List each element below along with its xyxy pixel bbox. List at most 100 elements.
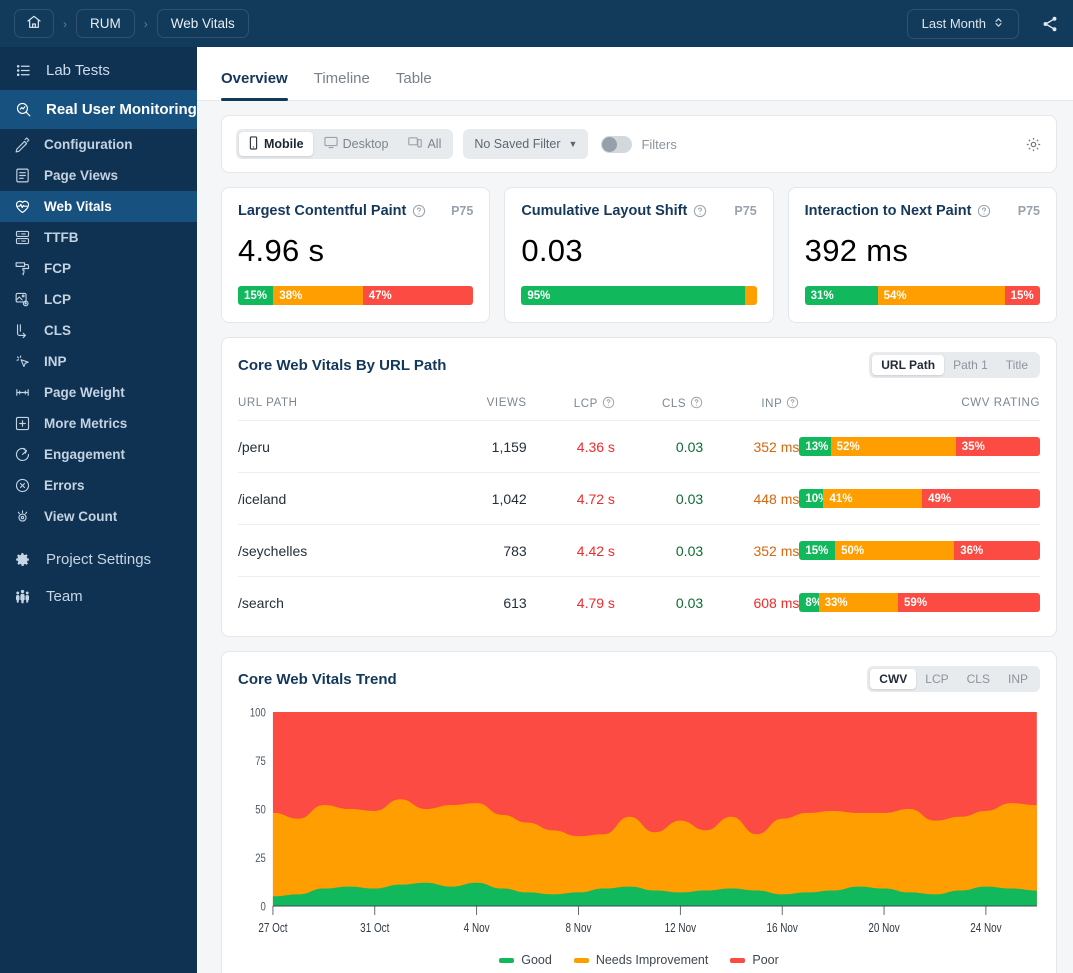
grouping-url-path[interactable]: URL Path [872,355,945,375]
help-icon[interactable] [602,396,615,409]
chart-legend: Good Needs Improvement Poor [238,953,1040,973]
bar-segment: 47% [362,286,474,305]
pencil-icon [14,136,31,153]
table-row[interactable]: /search6134.79 s0.03608 ms8%33%59% [238,576,1040,628]
sidebar-item-cls[interactable]: CLS [0,315,197,346]
card-header: Core Web Vitals Trend CWV LCP CLS INP [238,666,1040,692]
tab-timeline[interactable]: Timeline [314,70,370,100]
col-lcp[interactable]: LCP [527,390,615,421]
card-title: Core Web Vitals Trend [238,670,397,688]
breadcrumb-rum[interactable]: RUM [76,9,135,38]
device-desktop-button[interactable]: Desktop [315,132,398,156]
date-range-selector[interactable]: Last Month [906,8,1019,39]
cell-inp: 448 ms [703,472,800,525]
sidebar-item-view-count[interactable]: View Count [0,501,197,532]
cell-inp: 352 ms [703,524,800,577]
sidebar-item-web-vitals[interactable]: Web Vitals [0,191,197,222]
help-icon[interactable] [412,204,426,218]
grouping-path-1[interactable]: Path 1 [944,355,997,375]
tab-overview[interactable]: Overview [221,70,288,101]
table-row[interactable]: /iceland1,0424.72 s0.03448 ms10%41%49% [238,472,1040,525]
breadcrumb-home[interactable] [14,9,54,38]
device-all-button[interactable]: All [399,132,450,156]
device-desktop-label: Desktop [342,137,389,151]
trend-metric-lcp[interactable]: LCP [916,669,957,689]
help-icon[interactable] [693,204,707,218]
list-icon [14,61,33,80]
sidebar-item-fcp[interactable]: FCP [0,253,197,284]
metric-card-inp: Interaction to Next Paint P75 392 ms 31%… [787,187,1057,323]
help-icon[interactable] [786,396,799,409]
svg-text:27 Oct: 27 Oct [258,922,288,935]
sidebar-item-label: Web Vitals [44,199,112,214]
sidebar-item-page-views[interactable]: Page Views [0,160,197,191]
trend-chart-svg: 0 25 50 75 100 27 Oct 31 Oct 4 Nov 8 Nov 12 Nov 16… [250,707,1037,935]
sidebar-item-lcp[interactable]: LCP [0,284,197,315]
col-cwv-rating[interactable]: CWV RATING [799,390,1040,421]
sidebar-item-lab-tests[interactable]: Lab Tests [0,51,197,90]
sidebar-item-team[interactable]: Team [0,578,197,615]
sidebar-item-project-settings[interactable]: Project Settings [0,541,197,578]
help-icon[interactable] [690,396,703,409]
share-button[interactable] [1041,15,1059,33]
table-row[interactable]: /seychelles 783 4.42 s 0.03 352 ms 15% 50% 36% [238,524,1040,577]
sidebar-item-ttfb[interactable]: TTFB [0,222,197,253]
trend-metric-cls[interactable]: CLS [958,669,999,689]
tab-table[interactable]: Table [396,70,432,100]
svg-text:12 Nov: 12 Nov [665,922,697,935]
sidebar-item-label: Project Settings [46,551,152,568]
url-path-table-card: Core Web Vitals By URL Path URL Path Pat… [221,337,1057,637]
legend-item-poor[interactable]: Poor [730,953,779,967]
legend-item-needs-improvement[interactable]: Needs Improvement [573,953,709,967]
sidebar-item-more-metrics[interactable]: More Metrics [0,408,197,439]
filter-settings-button[interactable] [1025,136,1042,153]
col-url-path[interactable]: URL PATH [238,390,430,421]
saved-filter-dropdown[interactable]: No Saved Filter ▼ [463,129,589,159]
trend-metric-cwv[interactable]: CWV [870,669,917,689]
sidebar-item-real-user-monitoring[interactable]: Real User Monitoring [0,90,197,129]
cwv-rating-bar: 15% 50% 36% [799,541,1040,560]
legend-item-good[interactable]: Good [499,953,552,967]
cell-cwv-rating: 15% 50% 36% [799,524,1040,577]
bar-segment: 52% [830,437,956,456]
chevron-updown-icon [993,16,1004,32]
date-range-label: Last Month [921,16,986,31]
sidebar-item-engagement[interactable]: Engagement [0,439,197,470]
bar-segment: 8% [799,593,819,612]
sidebar: Lab Tests Real User Monitoring Configurati… [0,47,197,973]
cell-cls: 0.03 [614,576,704,628]
sidebar-item-errors[interactable]: Errors [0,470,197,501]
table-row[interactable]: /peru 1,159 4.36 s 0.03 352 ms 13% 52% 35% [238,420,1040,473]
cwv-rating-bar: 13% 52% 35% [799,437,1040,456]
gear-icon [1026,137,1041,151]
sidebar-item-page-weight[interactable]: Page Weight [0,377,197,408]
filter-bar: Mobile Desktop All No Saved Filter ▼ Fil… [221,115,1057,173]
col-cls[interactable]: CLS [615,390,703,421]
main-panel: Overview Timeline Table Mobile Desktop A… [197,47,1073,973]
bar-segment: 31% [804,286,878,305]
help-icon[interactable] [977,204,991,218]
metric-header: Largest Contentful Paint P75 [238,203,473,219]
breadcrumb-web-vitals[interactable]: Web Vitals [156,9,249,38]
cell-url-path: /iceland [238,472,431,525]
metric-value: 0.03 [521,233,583,268]
grouping-title[interactable]: Title [997,355,1037,375]
col-views[interactable]: VIEWS [430,390,526,421]
filters-toggle[interactable] [601,135,633,153]
sidebar-item-inp[interactable]: INP [0,346,197,377]
bar-segment: 54% [877,286,1005,305]
bar-segment: 36% [954,541,1040,560]
sidebar-item-configuration[interactable]: Configuration [0,129,197,160]
device-mobile-button[interactable]: Mobile [239,132,313,156]
cell-lcp: 4.42 s [526,524,615,577]
cell-views: 1,042 [430,472,527,525]
cell-inp: 352 ms [703,420,800,473]
svg-text:8 Nov: 8 Nov [566,922,592,935]
cell-cls: 0.03 [614,524,704,577]
people-icon [14,588,31,605]
col-inp[interactable]: INP [703,390,799,421]
legend-label-needs-improvement: Needs Improvement [595,953,709,967]
legend-swatch-good [499,957,515,963]
trend-metric-inp[interactable]: INP [999,669,1037,689]
col-lcp-label: LCP [573,398,598,410]
